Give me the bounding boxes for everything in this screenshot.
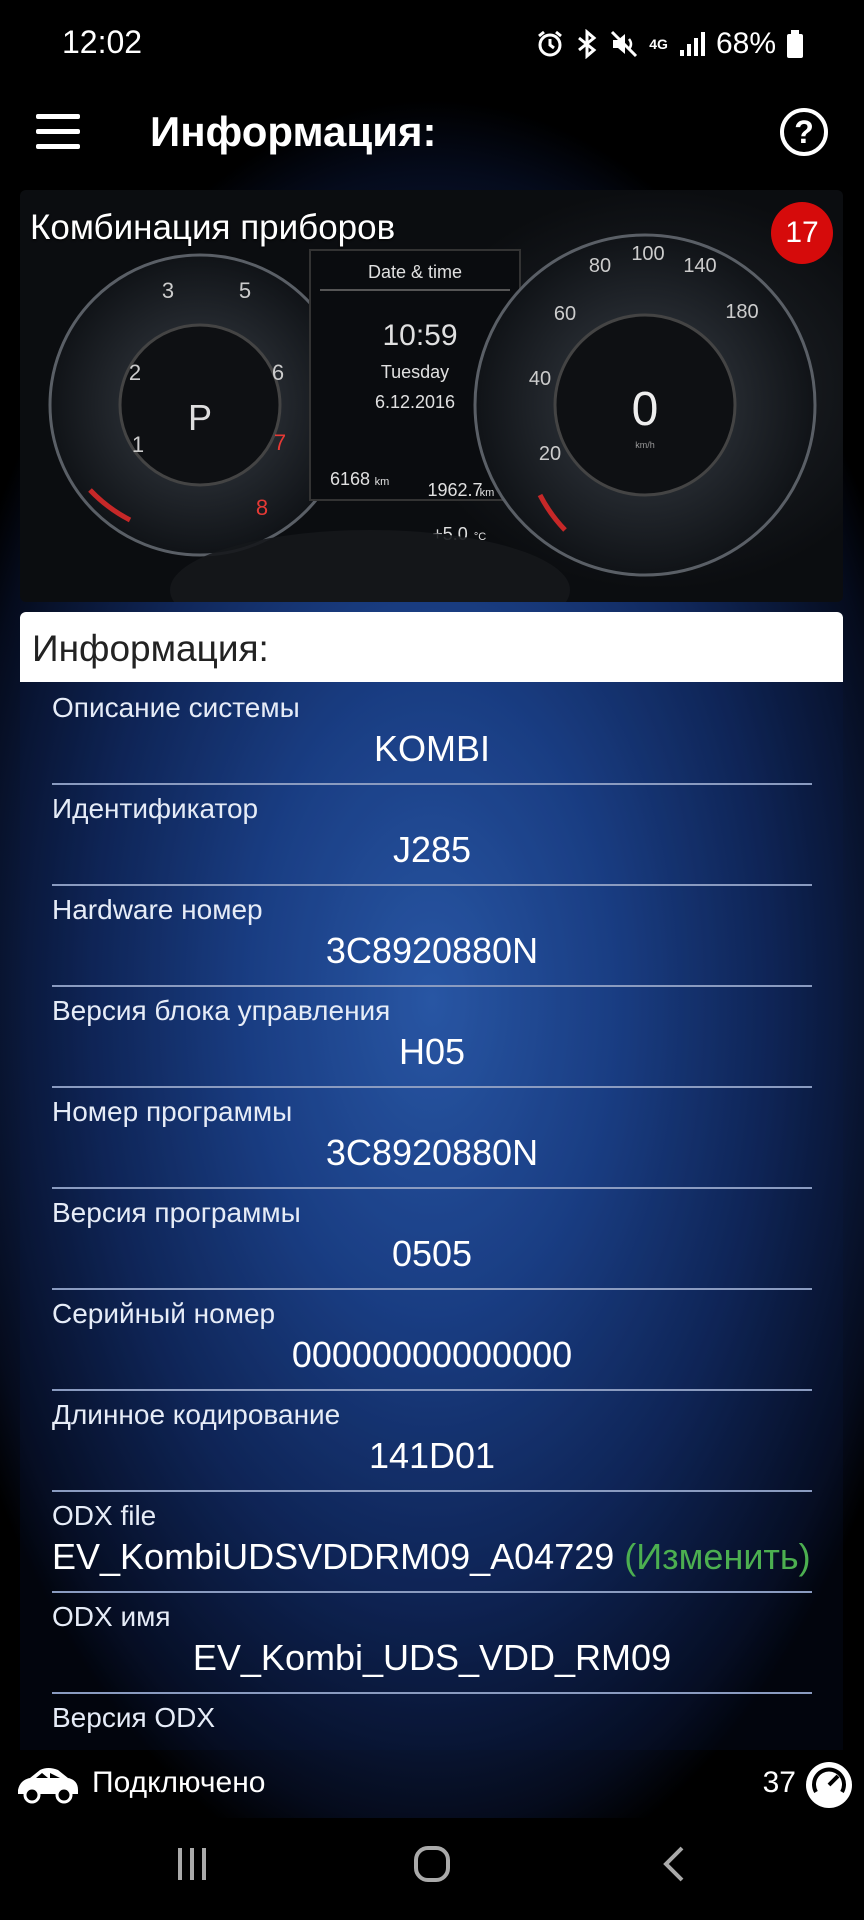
request-counter: 37 [762,1766,796,1799]
module-header-card: P 2 3 5 6 7 8 1 Date & time 10:59 Tuesda… [20,190,843,602]
instrument-cluster-image: P 2 3 5 6 7 8 1 Date & time 10:59 Tuesda… [48,233,817,602]
row-value: 0505 [391,1233,473,1274]
fault-count-badge[interactable]: 17 [771,202,833,264]
rpm-tick: 8 [256,495,268,520]
row-value-wrapper: EV_KombiUDSVDDRM09_A04729 (Изменить) [52,1536,812,1578]
info-section-title: Информация: [32,628,269,669]
status-icons: 4G 68% [535,24,804,64]
clock-date: 6.12.2016 [375,392,455,412]
speed-tick: 40 [529,368,551,390]
connection-status-bar: Подключено 37 [0,1752,864,1818]
odx-file-value: EV_KombiUDSVDDRM09_A04729 [52,1536,615,1577]
speed-tick: 60 [554,303,576,325]
info-row-ecu-version: Версия блока управления H05 [52,985,812,1088]
odometer: 6168 [330,469,370,489]
system-navigation-bar [0,1818,864,1920]
clock-day: Tuesday [381,362,449,382]
alarm-icon [535,24,565,64]
network-type-label: 4G [649,36,668,52]
rpm-tick: 3 [162,278,174,303]
info-section-header: Информация: [20,612,843,682]
row-value: EV_Kombi_UDS_VDD_RM09 [192,1637,672,1678]
info-row-system-description: Описание системы KOMBI [52,682,812,785]
row-value: KOMBI [373,728,490,769]
recent-apps-icon[interactable] [172,1844,212,1884]
row-value: 3C8920880N [325,1132,539,1173]
car-icon [18,1768,78,1804]
odometer-unit: km [375,476,390,488]
bluetooth-icon [575,24,599,64]
row-label: Номер программы [52,1096,293,1127]
row-value: H05 [398,1031,466,1072]
info-row-odx-name: ODX имя EV_Kombi_UDS_VDD_RM09 [52,1591,812,1694]
info-row-odx-file: ODX file EV_KombiUDSVDDRM09_A04729 (Изме… [52,1490,812,1593]
info-row-identifier: Идентификатор J285 [52,783,812,886]
rpm-tick: 5 [239,278,251,303]
row-label: Версия блока управления [52,995,391,1026]
info-row-software-number: Номер программы 3C8920880N [52,1086,812,1189]
row-label: Длинное кодирование [52,1399,341,1430]
back-icon[interactable] [656,1844,696,1884]
status-time: 12:02 [62,24,143,60]
page-title: Информация: [150,108,437,155]
row-label: Серийный номер [52,1298,276,1329]
trip-unit: km [480,487,495,499]
speed-readout: 0 [632,383,659,436]
rpm-tick: 1 [132,432,144,457]
battery-icon [786,24,804,64]
connection-status-text: Подключено [92,1766,266,1799]
trip-meter: 1962.7 [427,480,482,500]
change-odx-link[interactable]: (Изменить) [624,1536,810,1577]
row-label: Hardware номер [52,894,263,925]
row-label: Идентификатор [52,793,259,824]
menu-icon[interactable] [36,114,80,150]
row-value: 3C8920880N [325,930,539,971]
speed-tick: 80 [589,255,611,277]
speed-tick: 180 [725,301,758,323]
battery-percent: 68% [715,27,776,60]
row-value: 141D01 [368,1435,496,1476]
help-icon[interactable]: ? [780,108,828,156]
speed-tick: 100 [631,243,664,265]
row-value: J285 [392,829,472,870]
clock-time: 10:59 [382,319,457,352]
app-bar: Информация: ? [0,88,864,176]
signal-icon [678,24,706,64]
status-bar: 12:02 4G 68% [0,0,864,88]
row-label: ODX file [52,1500,157,1531]
info-row-long-coding[interactable]: Длинное кодирование 141D01 [52,1389,812,1492]
mute-icon [609,24,639,64]
rpm-tick: 6 [272,360,284,385]
rpm-tick: 2 [129,360,141,385]
row-label: Версия программы [52,1197,301,1228]
row-label: Описание системы [52,692,300,723]
speed-unit: km/h [635,440,655,450]
row-label: Версия ODX [52,1702,216,1733]
info-list[interactable]: Описание системы KOMBI Идентификатор J28… [20,682,843,1750]
info-row-software-version: Версия программы 0505 [52,1187,812,1290]
speed-tick: 140 [683,255,716,277]
info-row-serial-number: Серийный номер 00000000000000 [52,1288,812,1391]
rpm-tick: 7 [274,430,286,455]
module-title: Комбинация приборов [30,208,396,247]
row-value: 00000000000000 [291,1334,573,1375]
info-row-hardware-number: Hardware номер 3C8920880N [52,884,812,987]
speed-tick: 20 [539,443,561,465]
panel-title: Date & time [368,262,462,282]
row-label: ODX имя [52,1601,171,1632]
gauge-icon[interactable] [806,1762,852,1808]
home-icon[interactable] [412,1844,452,1884]
info-row-odx-version: Версия ODX [52,1692,812,1750]
gear-indicator: P [188,397,212,438]
